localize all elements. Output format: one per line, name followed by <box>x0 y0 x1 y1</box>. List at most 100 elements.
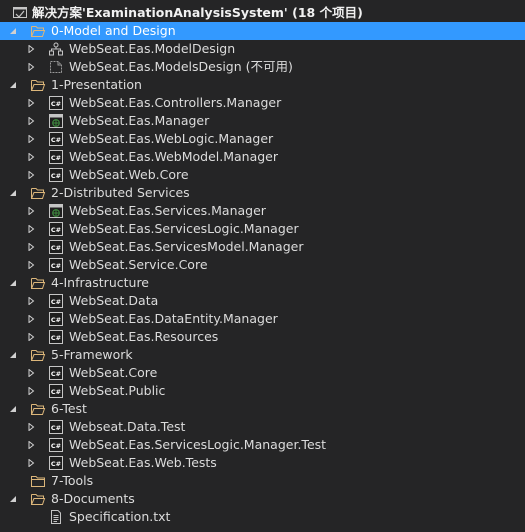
node-label: WebSeat.Eas.ServicesLogic.Manager.Test <box>69 437 327 452</box>
svg-text:C#: C# <box>51 334 61 342</box>
solution-folder[interactable]: 2-Distributed Services <box>0 184 525 202</box>
node-label: WebSeat.Eas.Web.Tests <box>69 455 217 470</box>
node-label: WebSeat.Public <box>69 383 166 398</box>
expand-arrow-icon[interactable] <box>26 220 36 238</box>
expand-arrow-icon[interactable] <box>26 328 36 346</box>
node-label: 8-Documents <box>51 491 135 506</box>
node-label: WebSeat.Eas.Manager <box>69 113 210 128</box>
csharp-project-icon: C# <box>48 257 64 273</box>
project-node[interactable]: WebSeat.Eas.Manager <box>0 112 525 130</box>
solution-folder[interactable]: 8-Documents <box>0 490 525 508</box>
project-node[interactable]: C# WebSeat.Public <box>0 382 525 400</box>
expand-arrow-icon[interactable] <box>26 382 36 400</box>
expand-arrow-icon[interactable] <box>26 148 36 166</box>
solution-folder[interactable]: 6-Test <box>0 400 525 418</box>
csharp-project-icon: C# <box>48 239 64 255</box>
project-node[interactable]: C# Webseat.Data.Test <box>0 418 525 436</box>
solution-label: 解决方案'ExaminationAnalysisSystem' (18 个项目) <box>32 5 363 20</box>
node-label: WebSeat.Eas.ModelDesign <box>69 41 236 56</box>
project-node[interactable]: C# WebSeat.Service.Core <box>0 256 525 274</box>
expand-arrow-icon[interactable] <box>26 436 36 454</box>
collapse-arrow-icon[interactable] <box>8 184 18 202</box>
project-node[interactable]: C# WebSeat.Eas.Web.Tests <box>0 454 525 472</box>
collapse-arrow-icon[interactable] <box>8 22 18 40</box>
folder-open-icon <box>30 347 46 363</box>
expand-arrow-icon[interactable] <box>26 130 36 148</box>
expand-arrow-icon[interactable] <box>26 40 36 58</box>
csharp-project-icon: C# <box>48 311 64 327</box>
solution-folder[interactable]: 5-Framework <box>0 346 525 364</box>
node-label: 2-Distributed Services <box>51 185 190 200</box>
expand-arrow-icon[interactable] <box>26 292 36 310</box>
project-node[interactable]: C# WebSeat.Eas.DataEntity.Manager <box>0 310 525 328</box>
node-label: WebSeat.Eas.ServicesLogic.Manager <box>69 221 299 236</box>
project-node[interactable]: C# WebSeat.Eas.ServicesModel.Manager <box>0 238 525 256</box>
project-node[interactable]: C# WebSeat.Data <box>0 292 525 310</box>
solution-folder[interactable]: 0-Model and Design <box>0 22 525 40</box>
project-node[interactable]: C# WebSeat.Eas.ServicesLogic.Manager.Test <box>0 436 525 454</box>
node-label: 0-Model and Design <box>51 23 176 38</box>
csharp-project-icon: C# <box>48 221 64 237</box>
svg-text:C#: C# <box>51 154 61 162</box>
collapse-arrow-icon[interactable] <box>8 76 18 94</box>
folder-open-icon <box>30 491 46 507</box>
solution-folder[interactable]: 1-Presentation <box>0 76 525 94</box>
expand-arrow-icon[interactable] <box>26 202 36 220</box>
collapse-arrow-icon[interactable] <box>8 400 18 418</box>
expand-arrow-icon[interactable] <box>26 256 36 274</box>
expand-arrow-icon[interactable] <box>26 418 36 436</box>
svg-text:C#: C# <box>51 298 61 306</box>
expand-arrow-icon[interactable] <box>26 112 36 130</box>
collapse-arrow-icon[interactable] <box>8 274 18 292</box>
expand-arrow-icon[interactable] <box>26 364 36 382</box>
collapse-arrow-icon[interactable] <box>8 346 18 364</box>
node-label: Webseat.Data.Test <box>69 419 186 434</box>
svg-text:C#: C# <box>51 100 61 108</box>
project-node[interactable]: WebSeat.Eas.ModelsDesign (不可用) <box>0 58 525 76</box>
solution-folder[interactable]: 4-Infrastructure <box>0 274 525 292</box>
csharp-project-icon: C# <box>48 437 64 453</box>
project-node[interactable]: C# WebSeat.Web.Core <box>0 166 525 184</box>
csharp-project-icon: C# <box>48 167 64 183</box>
collapse-arrow-icon[interactable] <box>8 490 18 508</box>
svg-text:C#: C# <box>51 370 61 378</box>
file-node[interactable]: Specification.txt <box>0 508 525 526</box>
project-node[interactable]: C# WebSeat.Eas.WebLogic.Manager <box>0 130 525 148</box>
svg-text:C#: C# <box>51 172 61 180</box>
project-node[interactable]: C# WebSeat.Eas.WebModel.Manager <box>0 148 525 166</box>
svg-text:C#: C# <box>51 262 61 270</box>
csharp-project-icon: C# <box>48 131 64 147</box>
node-label: 6-Test <box>51 401 87 416</box>
csharp-project-icon: C# <box>48 419 64 435</box>
node-label: WebSeat.Eas.ModelsDesign (不可用) <box>69 59 293 74</box>
folder-open-icon <box>30 275 46 291</box>
solution-node[interactable]: 解决方案'ExaminationAnalysisSystem' (18 个项目) <box>0 4 525 22</box>
project-node[interactable]: WebSeat.Eas.ModelDesign <box>0 40 525 58</box>
csharp-project-icon: C# <box>48 149 64 165</box>
expand-arrow-icon[interactable] <box>26 310 36 328</box>
svg-text:C#: C# <box>51 136 61 144</box>
folder-open-icon <box>30 185 46 201</box>
node-label: WebSeat.Eas.Resources <box>69 329 219 344</box>
node-label: WebSeat.Core <box>69 365 158 380</box>
solution-folder[interactable]: 7-Tools <box>0 472 525 490</box>
svg-text:C#: C# <box>51 442 61 450</box>
project-node[interactable]: C# WebSeat.Eas.ServicesLogic.Manager <box>0 220 525 238</box>
node-label: Specification.txt <box>69 509 171 524</box>
svg-text:C#: C# <box>51 316 61 324</box>
modeling-project-icon <box>48 41 64 57</box>
unavailable-project-icon <box>48 59 64 75</box>
expand-arrow-icon[interactable] <box>26 58 36 76</box>
project-node[interactable]: C# WebSeat.Core <box>0 364 525 382</box>
svg-text:C#: C# <box>51 424 61 432</box>
svg-text:C#: C# <box>51 226 61 234</box>
project-node[interactable]: C# WebSeat.Eas.Controllers.Manager <box>0 94 525 112</box>
expand-arrow-icon[interactable] <box>26 166 36 184</box>
expand-arrow-icon[interactable] <box>26 94 36 112</box>
node-label: 1-Presentation <box>51 77 142 92</box>
project-node[interactable]: C# WebSeat.Eas.Resources <box>0 328 525 346</box>
expand-arrow-icon[interactable] <box>26 454 36 472</box>
expand-arrow-icon[interactable] <box>26 238 36 256</box>
csharp-project-icon: C# <box>48 95 64 111</box>
project-node[interactable]: WebSeat.Eas.Services.Manager <box>0 202 525 220</box>
